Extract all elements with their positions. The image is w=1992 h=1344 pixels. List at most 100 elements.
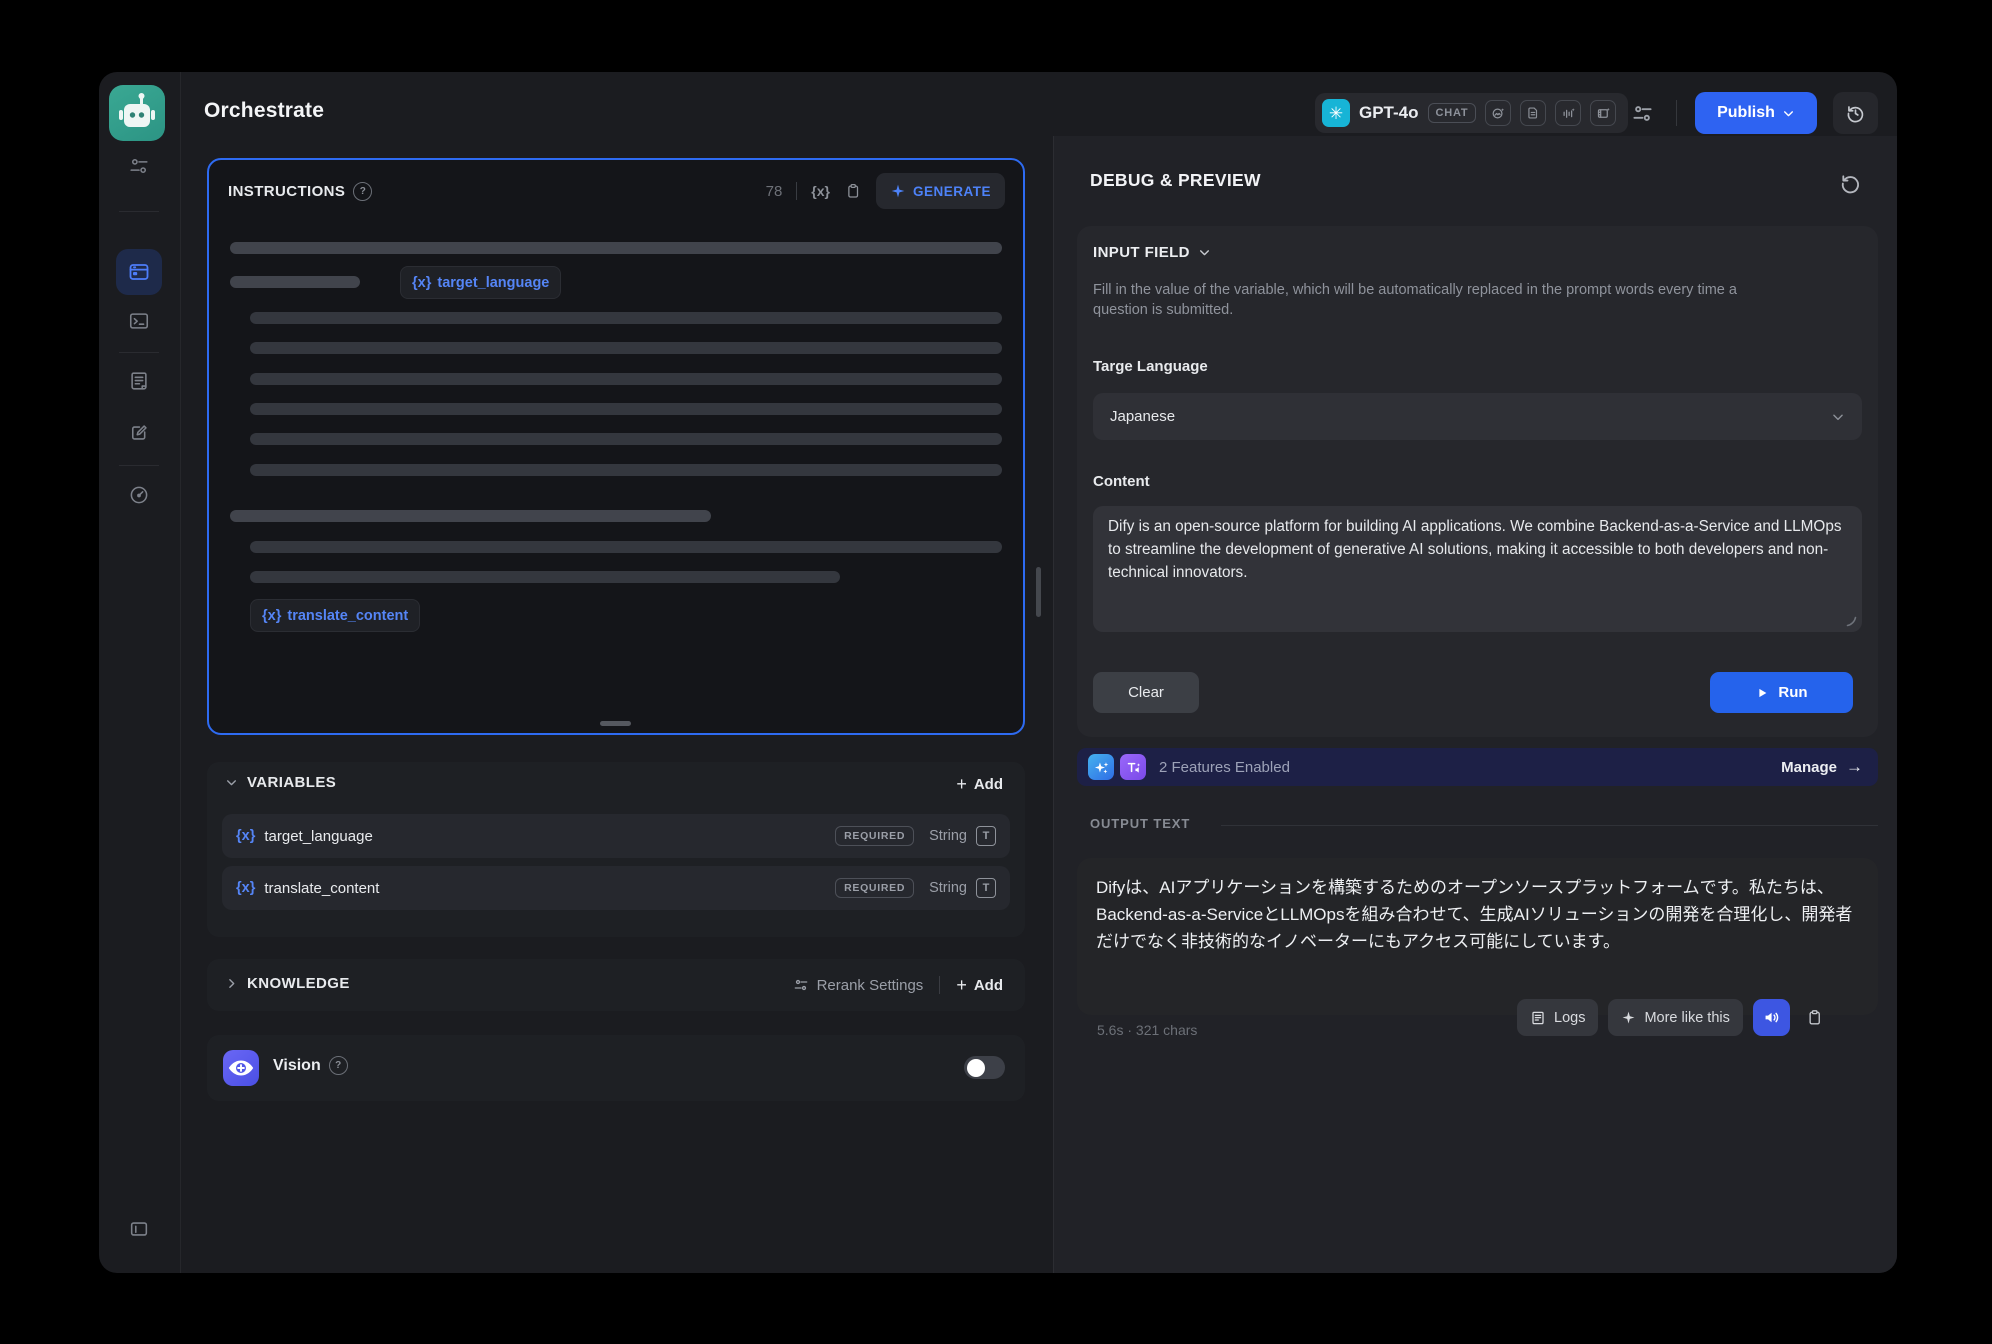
char-count: 78	[766, 183, 783, 200]
orchestrate-settings-icon[interactable]	[128, 155, 150, 177]
logs-button[interactable]: Logs	[1517, 999, 1598, 1036]
model-name: GPT-4o	[1359, 103, 1419, 123]
publish-button[interactable]: Publish	[1695, 92, 1817, 134]
sidebar	[99, 72, 181, 1273]
run-button[interactable]: Run	[1710, 672, 1853, 713]
copy-icon[interactable]	[844, 182, 862, 200]
insert-variable-icon[interactable]: {x}	[811, 183, 830, 199]
speaker-icon	[1762, 1008, 1781, 1027]
divider	[796, 182, 797, 200]
sidebar-divider	[119, 211, 159, 212]
variable-name: translate_content	[264, 880, 379, 897]
app-avatar-robot-icon[interactable]	[109, 85, 165, 141]
input-field-title: INPUT FIELD	[1093, 244, 1190, 261]
model-selector[interactable]: ✳ GPT-4o CHAT	[1315, 93, 1628, 133]
sidebar-divider	[119, 465, 159, 466]
openai-logo-icon: ✳	[1322, 99, 1350, 127]
model-parameters-icon[interactable]	[1631, 102, 1654, 125]
sidebar-item-annotation-icon[interactable]	[128, 422, 150, 444]
plus-icon: +	[956, 774, 967, 795]
resize-handle[interactable]	[600, 721, 631, 726]
manage-label: Manage	[1781, 759, 1837, 776]
prompt-skeleton-line	[250, 464, 1002, 476]
plus-icon: +	[956, 975, 967, 996]
more-like-this-button[interactable]: More like this	[1608, 999, 1742, 1036]
knowledge-header[interactable]: KNOWLEDGE	[225, 975, 350, 992]
input-field-header[interactable]: INPUT FIELD	[1093, 244, 1211, 261]
variable-row-translate-content[interactable]: {x} translate_content REQUIRED String T	[222, 866, 1010, 910]
variables-header[interactable]: VARIABLES	[225, 774, 336, 791]
text-to-speech-button[interactable]	[1753, 999, 1790, 1036]
add-label: Add	[974, 776, 1003, 793]
sliders-icon	[793, 977, 809, 993]
sidebar-divider	[119, 352, 159, 353]
help-icon[interactable]: ?	[329, 1056, 348, 1075]
variable-chip-translate-content[interactable]: {x} translate_content	[250, 599, 420, 632]
model-mode-badge: CHAT	[1428, 103, 1477, 123]
content-label: Content	[1093, 473, 1150, 490]
sidebar-item-monitoring-icon[interactable]	[128, 484, 150, 506]
knowledge-card: KNOWLEDGE Rerank Settings + Add	[207, 959, 1025, 1011]
sidebar-item-orchestrate-active[interactable]	[116, 249, 162, 295]
rerank-settings-button[interactable]: Rerank Settings	[793, 977, 924, 994]
restart-icon[interactable]	[1839, 172, 1862, 195]
divider	[939, 976, 940, 994]
vision-card: Vision ?	[207, 1035, 1025, 1101]
sidebar-item-logs-icon[interactable]	[128, 370, 150, 392]
sidebar-item-terminal-icon[interactable]	[128, 310, 150, 332]
play-icon	[1755, 686, 1769, 700]
string-type-icon[interactable]: T	[976, 826, 996, 846]
prompt-skeleton-line	[250, 541, 1002, 553]
add-label: Add	[974, 977, 1003, 994]
generate-label: GENERATE	[913, 184, 991, 199]
help-icon[interactable]: ?	[353, 182, 372, 201]
chevron-right-icon	[225, 977, 238, 990]
output-toolbar: Logs More like this	[1517, 999, 1830, 1036]
add-knowledge-button[interactable]: + Add	[956, 975, 1003, 996]
instructions-panel[interactable]: INSTRUCTIONS ? 78 {x} GENERATE {x}	[207, 158, 1025, 735]
generate-button[interactable]: GENERATE	[876, 173, 1005, 209]
logs-label: Logs	[1554, 1010, 1585, 1026]
version-history-button[interactable]	[1833, 92, 1878, 134]
vision-feature-icon	[223, 1050, 259, 1086]
features-bar[interactable]: 2 Features Enabled Manage →	[1077, 748, 1878, 786]
knowledge-title: KNOWLEDGE	[247, 975, 350, 992]
copy-output-button[interactable]	[1800, 999, 1830, 1036]
variable-token: {x}	[262, 608, 281, 624]
content-textarea[interactable]: Dify is an open-source platform for buil…	[1093, 506, 1862, 632]
input-field-description: Fill in the value of the variable, which…	[1093, 280, 1753, 321]
variable-row-target-language[interactable]: {x} target_language REQUIRED String T	[222, 814, 1010, 858]
output-card: Difyは、AIアプリケーションを構築するためのオープンソースプラットフォームで…	[1077, 858, 1878, 1015]
instructions-title: INSTRUCTIONS	[228, 183, 345, 200]
arrow-right-icon: →	[1846, 757, 1863, 777]
more-like-this-feature-icon	[1088, 754, 1114, 780]
clear-button[interactable]: Clear	[1093, 672, 1199, 713]
chevron-down-icon	[1198, 246, 1211, 259]
variables-title: VARIABLES	[247, 774, 336, 791]
prompt-skeleton-line	[250, 373, 1002, 385]
collapse-sidebar-icon[interactable]	[128, 1218, 150, 1240]
add-variable-button[interactable]: + Add	[956, 774, 1003, 795]
page-title: Orchestrate	[204, 99, 324, 123]
required-badge: REQUIRED	[835, 878, 914, 898]
vision-title: Vision	[273, 1057, 321, 1075]
variable-token: {x}	[412, 275, 431, 291]
scrollbar-thumb[interactable]	[1036, 567, 1041, 617]
variable-type: String	[929, 880, 967, 896]
resize-corner-icon[interactable]	[1846, 616, 1857, 627]
vision-capability-icon	[1485, 100, 1511, 126]
variable-chip-target-language[interactable]: {x} target_language	[400, 266, 561, 299]
variables-card: VARIABLES + Add {x} target_language REQU…	[207, 762, 1025, 937]
prompt-skeleton-line	[250, 312, 1002, 324]
prompt-skeleton-line	[230, 242, 1002, 254]
document-capability-icon	[1520, 100, 1546, 126]
string-type-icon[interactable]: T	[976, 878, 996, 898]
header-divider	[1676, 100, 1677, 126]
vision-toggle[interactable]	[964, 1056, 1005, 1079]
prompt-skeleton-line	[230, 276, 360, 288]
target-language-select[interactable]: Japanese	[1093, 393, 1862, 440]
instructions-header: INSTRUCTIONS ? 78 {x} GENERATE	[228, 172, 1005, 210]
chevron-down-icon	[225, 776, 238, 789]
variable-chip-label: translate_content	[287, 608, 408, 624]
manage-features-button[interactable]: Manage →	[1781, 757, 1863, 777]
